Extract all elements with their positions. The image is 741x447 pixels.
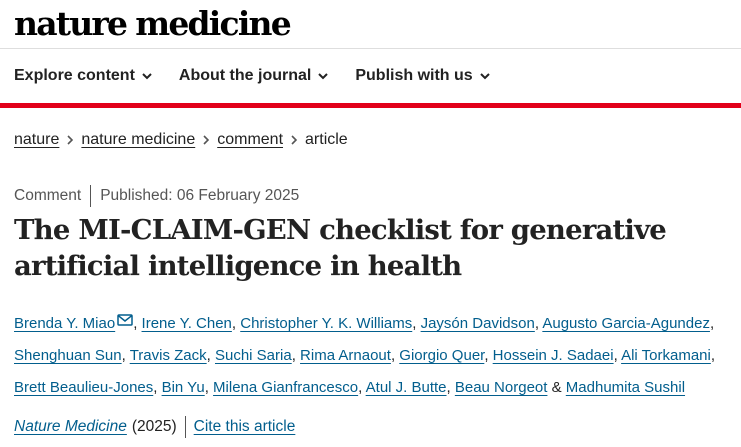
author-separator: , <box>484 347 489 364</box>
author-link[interactable]: Christopher Y. K. Williams <box>240 315 412 332</box>
accent-bar <box>0 103 741 108</box>
author-link[interactable]: Bin Yu <box>162 379 205 396</box>
logo-word-nature: nature <box>14 3 128 43</box>
author-separator: , <box>133 315 138 332</box>
author-link[interactable]: Augusto Garcia-Agundez <box>542 315 710 332</box>
author-link[interactable]: Jaysón Davidson <box>421 315 535 332</box>
author-link[interactable]: Ali Torkamani <box>621 347 711 364</box>
main-nav: Explore content About the journal Publis… <box>14 60 517 92</box>
cite-this-article-link[interactable]: Cite this article <box>194 418 296 436</box>
author-separator: , <box>204 379 209 396</box>
author-link[interactable]: Suchi Saria <box>215 347 292 364</box>
author-link[interactable]: Travis Zack <box>130 347 207 364</box>
author-separator: , <box>390 347 396 364</box>
nav-item-label: Publish with us <box>355 67 473 84</box>
author-separator: , <box>206 347 211 364</box>
author-separator: , <box>446 379 451 396</box>
article-meta: Comment Published: 06 February 2025 <box>14 185 299 207</box>
chevron-down-icon <box>479 70 491 82</box>
author-separator: , <box>231 315 237 332</box>
author-link[interactable]: Shenghuan Sun <box>14 347 122 364</box>
chevron-down-icon <box>317 70 329 82</box>
author-separator: , <box>121 347 126 364</box>
author-link[interactable]: Rima Arnaout <box>300 347 391 364</box>
author-link[interactable]: Madhumita Sushil <box>566 379 685 396</box>
nav-item-label: About the journal <box>178 67 312 84</box>
author-separator: , <box>153 379 158 396</box>
breadcrumb: nature nature medicine comment article <box>14 128 348 152</box>
author-link[interactable]: Irene Y. Chen <box>142 315 232 332</box>
author-separator: , <box>710 347 716 364</box>
author-link[interactable]: Beau Norgeot <box>455 379 548 396</box>
article-type: Comment <box>14 187 82 204</box>
citation-divider <box>184 416 186 438</box>
chevron-right-icon <box>195 133 217 147</box>
article-title: The MI-CLAIM-GEN checklist for generativ… <box>14 214 667 282</box>
author-separator: , <box>613 347 618 364</box>
author-link[interactable]: Milena Gianfrancesco <box>213 379 358 396</box>
chevron-right-icon <box>59 133 81 147</box>
author-link[interactable]: Atul J. Butte <box>366 379 447 396</box>
author-link[interactable]: Brett Beaulieu-Jones <box>14 379 153 396</box>
logo-word-medicine: medicine <box>135 3 292 43</box>
breadcrumb-current: article <box>305 131 348 148</box>
author-link[interactable]: Giorgio Quer <box>399 347 484 364</box>
author-link[interactable]: Hossein J. Sadaei <box>493 347 614 364</box>
author-separator: , <box>709 315 715 332</box>
author-separator: , <box>291 347 296 364</box>
header-divider <box>0 48 741 49</box>
author-separator: , <box>534 315 539 332</box>
site-logo[interactable]: nature medicine <box>14 1 292 45</box>
author-list: Brenda Y. Miao, Irene Y. Chen, Christoph… <box>14 306 740 404</box>
nav-explore-content[interactable]: Explore content <box>14 67 153 85</box>
published-date: Published: 06 February 2025 <box>100 187 300 204</box>
journal-link[interactable]: Nature Medicine <box>14 418 127 436</box>
meta-divider <box>90 185 92 207</box>
author-separator: , <box>358 379 363 396</box>
breadcrumb-comment[interactable]: comment <box>217 131 283 149</box>
chevron-down-icon <box>141 70 153 82</box>
author-separator: , <box>412 315 417 332</box>
nav-item-label: Explore content <box>14 67 135 84</box>
envelope-icon[interactable] <box>117 306 133 338</box>
breadcrumb-nature[interactable]: nature <box>14 131 59 149</box>
breadcrumb-nature-medicine[interactable]: nature medicine <box>81 131 195 149</box>
nav-publish-with-us[interactable]: Publish with us <box>355 67 490 85</box>
nav-about-journal[interactable]: About the journal <box>179 67 329 85</box>
author-and-separator: & <box>551 379 562 396</box>
citation-line: Nature Medicine (2025) Cite this article <box>14 416 295 438</box>
chevron-right-icon <box>283 133 305 147</box>
publication-year: (2025) <box>131 418 177 435</box>
author-link[interactable]: Brenda Y. Miao <box>14 315 115 332</box>
